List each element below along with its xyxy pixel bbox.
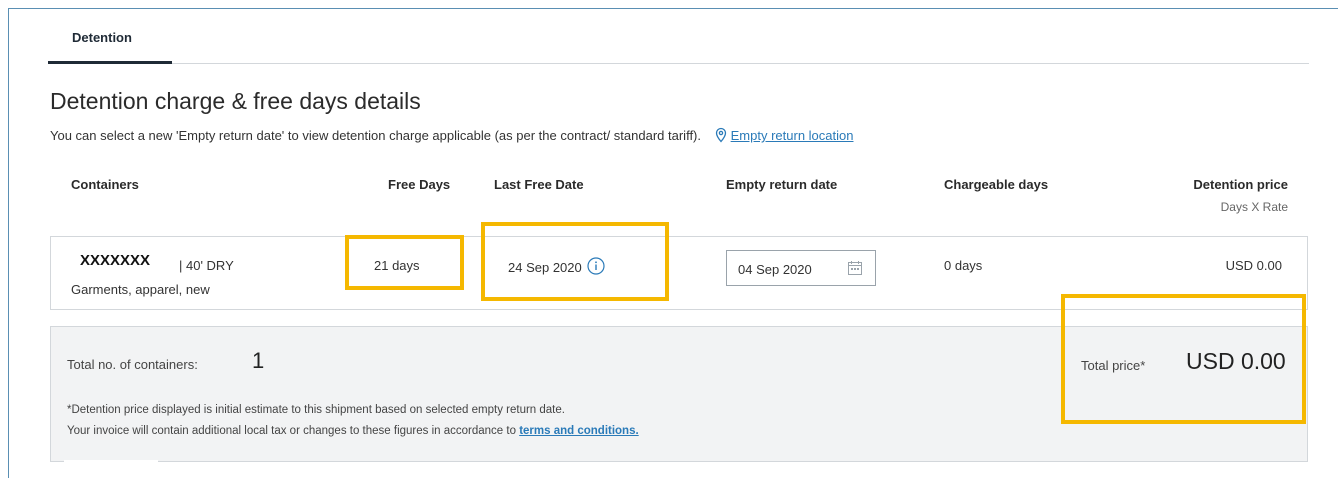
col-header-empty-return-date: Empty return date [726, 177, 838, 192]
subtitle-text: You can select a new 'Empty return date'… [50, 128, 702, 143]
terms-link[interactable]: terms and conditions. [519, 425, 639, 437]
price-disclaimer: *Detention price displayed is initial es… [67, 404, 565, 416]
calendar-icon[interactable] [847, 260, 863, 276]
col-header-free-days: Free Days [388, 177, 451, 192]
page-title: Detention charge & free days details [50, 88, 421, 114]
invoice-note-text: Your invoice will contain additional loc… [67, 425, 516, 437]
col-header-chargeable-days: Chargeable days [944, 177, 1049, 192]
container-type: | 40' DRY [179, 258, 234, 273]
col-header-detention-price-sub: Days X Rate [1220, 200, 1288, 214]
container-id: XXXXXXX [80, 252, 151, 269]
highlight-last-free-date [481, 222, 669, 301]
tab-active-indicator [48, 61, 172, 64]
tab-divider [172, 63, 1309, 64]
location-pin-icon [715, 127, 726, 143]
tab-detention[interactable]: Detention [72, 30, 132, 45]
invoice-note: Your invoice will contain additional loc… [67, 425, 639, 437]
empty-return-date-picker[interactable]: 04 Sep 2020 [726, 250, 876, 286]
commodity: Garments, apparel, new [71, 282, 210, 297]
chargeable-days-value: 0 days [944, 258, 983, 273]
detention-price-value: USD 0.00 [1225, 258, 1282, 273]
redaction-patch [64, 460, 158, 474]
total-containers-label: Total no. of containers: [67, 357, 198, 372]
empty-return-date-value: 04 Sep 2020 [738, 262, 812, 277]
col-header-detention-price: Detention price [1193, 177, 1288, 192]
col-header-containers: Containers [71, 177, 139, 192]
total-containers-count: 1 [252, 348, 265, 373]
highlight-total-price [1061, 294, 1306, 424]
page-subtitle: You can select a new 'Empty return date'… [50, 127, 853, 143]
empty-return-location-link[interactable]: Empty return location [731, 128, 854, 143]
highlight-free-days [345, 235, 464, 290]
col-header-last-free-date: Last Free Date [494, 177, 584, 192]
